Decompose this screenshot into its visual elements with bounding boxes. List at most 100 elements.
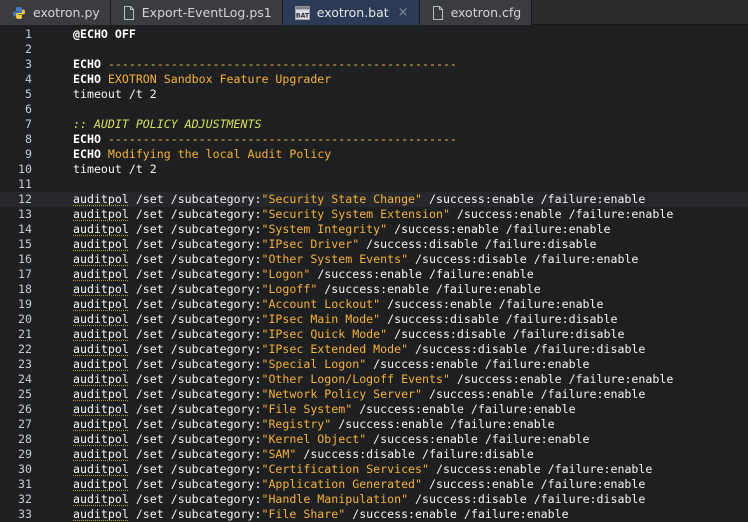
- text-token: /set /subcategory:: [128, 387, 262, 401]
- text-token: /set /subcategory:: [128, 462, 262, 476]
- string-token: "Other Logon/Logoff Events": [261, 372, 450, 386]
- code-line[interactable]: 20 auditpol /set /subcategory:"IPsec Main…: [0, 312, 748, 327]
- code-line[interactable]: 7:: AUDIT POLICY ADJUSTMENTS: [0, 117, 748, 132]
- code-line[interactable]: 3 ECHO ----------------------------------…: [0, 57, 748, 72]
- string-token: "Network Policy Server": [261, 387, 423, 401]
- tab-exotron-py[interactable]: exotron.py: [0, 0, 111, 25]
- keyword-token: ECHO: [73, 132, 101, 146]
- string-token: "Logoff": [261, 282, 318, 296]
- code-text: auditpol /set /subcategory:"File System"…: [73, 402, 576, 417]
- command-token: auditpol: [73, 372, 129, 386]
- string-token: "Account Lockout": [261, 297, 381, 311]
- line-number: 20: [18, 312, 32, 326]
- text-token: /success:disable /failure:disable: [359, 237, 597, 251]
- string-token: "Other System Events": [261, 252, 409, 266]
- code-line[interactable]: 14 auditpol /set /subcategory:"System Int…: [0, 222, 748, 237]
- separator-token: ----------------------------------------…: [100, 132, 457, 146]
- python-file-icon: [12, 6, 26, 20]
- code-line[interactable]: 12 auditpol /set /subcategory:"Security S…: [0, 192, 748, 207]
- keyword-token: ECHO: [73, 72, 101, 86]
- command-token: auditpol: [73, 192, 129, 206]
- text-token: /success:enable /failure:enable: [422, 387, 646, 401]
- tab-exotron-bat[interactable]: BAT exotron.bat ×: [282, 0, 420, 25]
- code-line[interactable]: 21 auditpol /set /subcategory:"IPsec Quic…: [0, 327, 748, 342]
- command-token: auditpol: [73, 417, 129, 431]
- command-token: auditpol: [73, 477, 129, 491]
- line-number: 23: [18, 357, 32, 371]
- code-text: auditpol /set /subcategory:"Handle Manip…: [73, 492, 645, 507]
- bat-icon-text: BAT: [296, 12, 310, 19]
- code-line[interactable]: 31 auditpol /set /subcategory:"Applicatio…: [0, 477, 748, 492]
- code-line[interactable]: 25 auditpol /set /subcategory:"Network Po…: [0, 387, 748, 402]
- code-line[interactable]: 24 auditpol /set /subcategory:"Other Logo…: [0, 372, 748, 387]
- text-token: /success:disable /failure:disable: [380, 312, 618, 326]
- text-token: /success:enable /failure:enable: [366, 432, 590, 446]
- code-line[interactable]: 30 auditpol /set /subcategory:"Certificat…: [0, 462, 748, 477]
- string-token: "Certification Services": [261, 462, 429, 476]
- code-text: auditpol /set /subcategory:"Security Sys…: [73, 207, 673, 222]
- code-line[interactable]: 8 ECHO ----------------------------------…: [0, 132, 748, 147]
- code-line[interactable]: 17 auditpol /set /subcategory:"Logon" /su…: [0, 267, 748, 282]
- text-token: /set /subcategory:: [128, 267, 262, 281]
- code-line[interactable]: 16 auditpol /set /subcategory:"Other Syst…: [0, 252, 748, 267]
- code-line[interactable]: 15 auditpol /set /subcategory:"IPsec Driv…: [0, 237, 748, 252]
- code-line[interactable]: 19 auditpol /set /subcategory:"Account Lo…: [0, 297, 748, 312]
- command-token: auditpol: [73, 267, 129, 281]
- code-line[interactable]: 26 auditpol /set /subcategory:"File Syste…: [0, 402, 748, 417]
- code-line[interactable]: 9 ECHO Modifying the local Audit Policy: [0, 147, 748, 162]
- text-token: /set /subcategory:: [128, 507, 262, 521]
- command-token: auditpol: [73, 297, 129, 311]
- line-number: 29: [18, 447, 32, 461]
- line-number: 30: [18, 462, 32, 476]
- line-number: 12: [18, 192, 32, 206]
- code-text: auditpol /set /subcategory:"Special Logo…: [73, 357, 590, 372]
- comment-token: :: AUDIT POLICY ADJUSTMENTS: [73, 117, 262, 131]
- code-text: ECHO -----------------------------------…: [73, 132, 457, 147]
- code-line[interactable]: 6: [0, 102, 748, 117]
- code-line[interactable]: 10 timeout /t 2: [0, 162, 748, 177]
- text-token: /set /subcategory:: [128, 492, 262, 506]
- code-line[interactable]: 2: [0, 42, 748, 57]
- text-token: /set /subcategory:: [128, 282, 262, 296]
- command-token: auditpol: [73, 492, 129, 506]
- code-text: :: AUDIT POLICY ADJUSTMENTS: [73, 117, 261, 132]
- code-text: auditpol /set /subcategory:"Application …: [73, 477, 645, 492]
- command-token: auditpol: [73, 342, 129, 356]
- command-token: auditpol: [73, 327, 129, 341]
- command-token: auditpol: [73, 282, 129, 296]
- code-line[interactable]: 23 auditpol /set /subcategory:"Special Lo…: [0, 357, 748, 372]
- string-token: "SAM": [261, 447, 297, 461]
- code-line[interactable]: 11: [0, 177, 748, 192]
- code-text: @ECHO OFF: [73, 27, 136, 42]
- text-token: /set /subcategory:: [128, 207, 262, 221]
- string-token: "Special Logon": [261, 357, 367, 371]
- command-token: auditpol: [73, 207, 129, 221]
- tab-exotron-cfg[interactable]: exotron.cfg: [419, 0, 533, 25]
- code-line[interactable]: 13 auditpol /set /subcategory:"Security S…: [0, 207, 748, 222]
- code-line[interactable]: 29 auditpol /set /subcategory:"SAM" /succ…: [0, 447, 748, 462]
- command-token: auditpol: [73, 237, 129, 251]
- line-number: 31: [18, 477, 32, 491]
- text-token: /success:disable /failure:disable: [408, 342, 646, 356]
- code-line[interactable]: 4 ECHO EXOTRON Sandbox Feature Upgrader: [0, 72, 748, 87]
- text-token: /set /subcategory:: [128, 252, 262, 266]
- code-line[interactable]: 32 auditpol /set /subcategory:"Handle Man…: [0, 492, 748, 507]
- code-line[interactable]: 5 timeout /t 2: [0, 87, 748, 102]
- close-tab-icon[interactable]: ×: [398, 6, 409, 19]
- line-number: 5: [25, 87, 32, 101]
- code-line[interactable]: 22 auditpol /set /subcategory:"IPsec Exte…: [0, 342, 748, 357]
- line-number: 3: [25, 57, 32, 71]
- tab-export-eventlog-ps1[interactable]: Export-EventLog.ps1: [110, 0, 283, 25]
- code-line[interactable]: 28 auditpol /set /subcategory:"Kernel Obj…: [0, 432, 748, 447]
- document-file-icon: [123, 5, 135, 20]
- code-line[interactable]: 18 auditpol /set /subcategory:"Logoff" /s…: [0, 282, 748, 297]
- code-editor[interactable]: 1 @ECHO OFF 2 3 ECHO -----------------------…: [0, 25, 748, 521]
- code-text: auditpol /set /subcategory:"IPsec Quick …: [73, 327, 624, 342]
- code-text: auditpol /set /subcategory:"Other System…: [73, 252, 638, 267]
- code-line[interactable]: 27 auditpol /set /subcategory:"Registry" …: [0, 417, 748, 432]
- code-line[interactable]: 1 @ECHO OFF: [0, 27, 748, 42]
- line-number: 6: [25, 102, 32, 116]
- line-number: 22: [18, 342, 32, 356]
- document-file-icon: [432, 5, 444, 20]
- line-number: 11: [18, 177, 32, 191]
